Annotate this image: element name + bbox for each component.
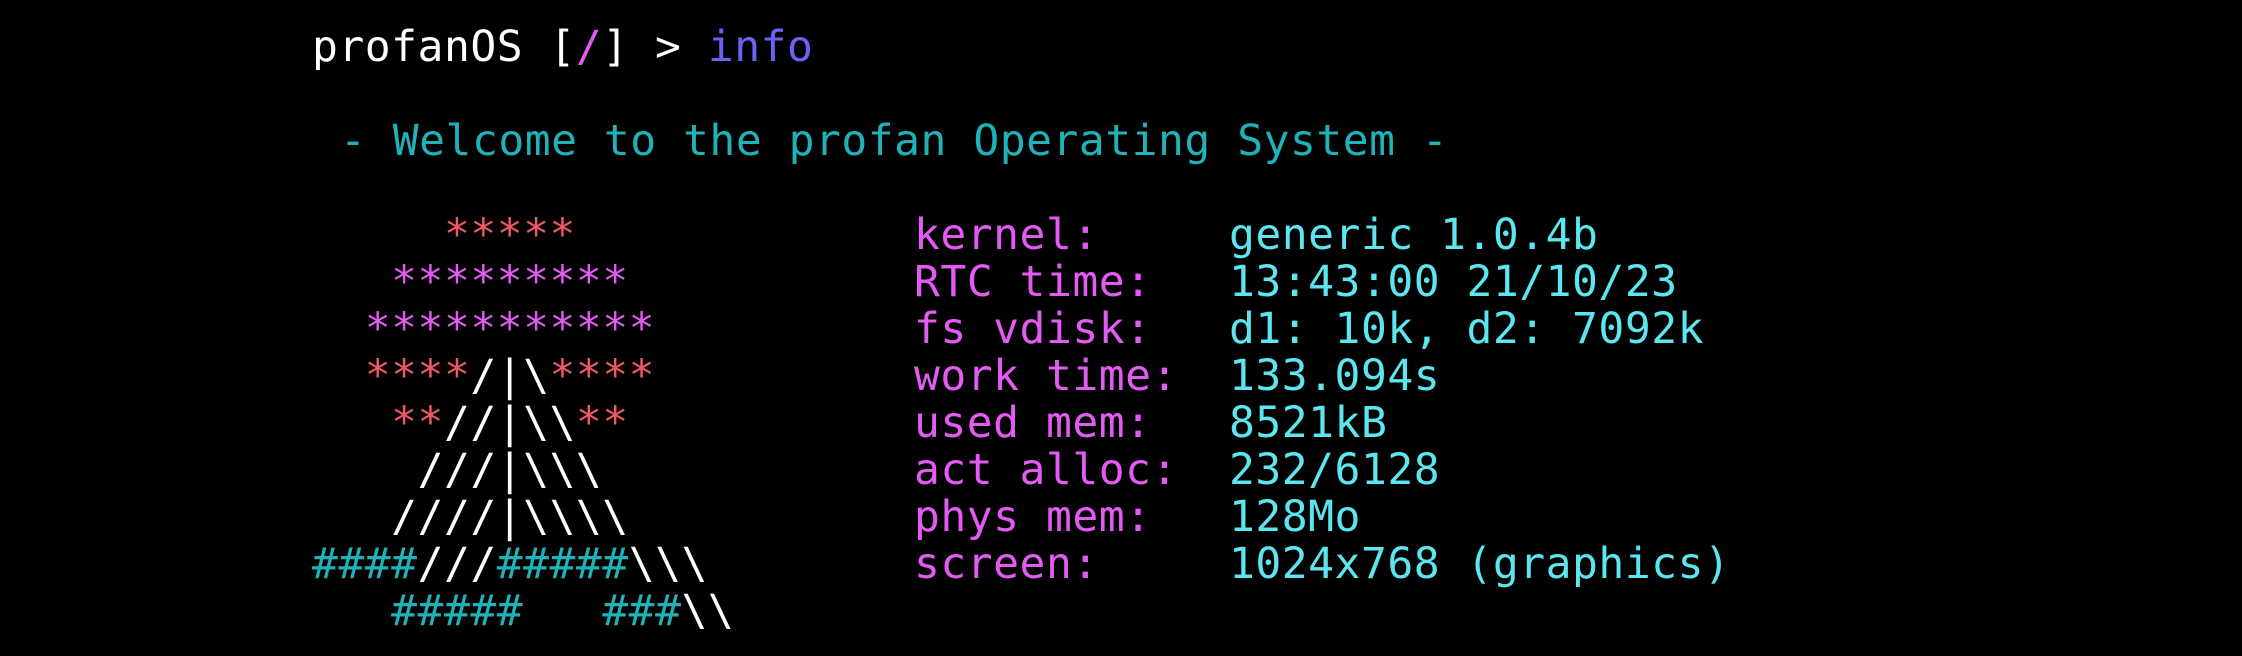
- ascii-logo-segment: [312, 586, 391, 636]
- ascii-logo-segment: **: [391, 398, 444, 448]
- ascii-logo-segment: #####: [391, 586, 524, 636]
- ascii-logo-row: **//|\\**: [312, 400, 629, 447]
- ascii-logo-segment: [312, 351, 365, 401]
- info-value: generic 1.0.4b: [1229, 210, 1599, 260]
- ascii-logo-segment: *****: [443, 210, 576, 260]
- info-label: act alloc:: [914, 445, 1178, 495]
- prompt-bracket-close: ] >: [602, 22, 708, 72]
- ascii-logo-segment: [312, 492, 391, 542]
- info-value: 232/6128: [1229, 445, 1441, 495]
- ascii-logo-row: *****: [312, 212, 576, 259]
- info-value: 128Mo: [1229, 492, 1361, 542]
- terminal-screen[interactable]: profanOS [/] > info - Welcome to the pro…: [0, 0, 2242, 656]
- ascii-logo-segment: ###: [602, 586, 682, 636]
- ascii-logo-segment: \\\: [628, 539, 708, 589]
- prompt-bracket-open: [: [523, 22, 576, 72]
- info-value: 1024x768 (graphics): [1229, 539, 1731, 589]
- prompt-hostname: profanOS: [312, 22, 524, 72]
- ascii-logo-segment: \\: [681, 586, 735, 636]
- ascii-logo-segment: //|\\: [443, 398, 576, 448]
- welcome-banner: - Welcome to the profan Operating System…: [340, 116, 1449, 166]
- ascii-logo-row: *********: [312, 259, 629, 306]
- prompt-command: info: [707, 22, 814, 72]
- ascii-logo-segment: ****: [549, 351, 656, 401]
- ascii-logo-segment: ****: [364, 351, 471, 401]
- ascii-logo-row: ///|\\\: [312, 447, 602, 494]
- info-value: 133.094s: [1229, 351, 1441, 401]
- ascii-logo-segment: ***********: [364, 304, 656, 354]
- ascii-logo-segment: **: [575, 398, 629, 448]
- ascii-logo-segment: [312, 398, 391, 448]
- ascii-logo-segment: /|\: [470, 351, 550, 401]
- ascii-logo-segment: *********: [391, 257, 629, 307]
- ascii-logo-segment: [312, 304, 365, 354]
- info-label: screen:: [914, 539, 1099, 589]
- info-label: fs vdisk:: [914, 304, 1152, 354]
- ascii-logo-segment: ////|\\\\: [391, 492, 629, 542]
- ascii-logo-segment: ///: [417, 539, 497, 589]
- ascii-logo-segment: [523, 586, 602, 636]
- info-label: work time:: [914, 351, 1178, 401]
- info-label: kernel:: [914, 210, 1099, 260]
- info-value: 8521kB: [1229, 398, 1388, 448]
- ascii-logo-segment: [312, 257, 391, 307]
- ascii-logo-segment: ####: [312, 539, 418, 589]
- ascii-logo-row: ####///#####\\\: [312, 541, 708, 588]
- info-value: d1: 10k, d2: 7092k: [1229, 304, 1704, 354]
- ascii-logo-segment: [312, 210, 444, 260]
- ascii-logo-row: ***********: [312, 306, 655, 353]
- info-label: RTC time:: [914, 257, 1152, 307]
- ascii-logo-segment: [312, 445, 418, 495]
- ascii-logo-row: ////|\\\\: [312, 494, 629, 541]
- ascii-logo-row: ##### ###\\: [312, 588, 734, 635]
- info-value: 13:43:00 21/10/23: [1229, 257, 1678, 307]
- ascii-logo-row: ****/|\****: [312, 353, 655, 400]
- prompt-path: /: [575, 22, 603, 72]
- command-prompt-line: profanOS [/] > info: [312, 24, 813, 71]
- ascii-logo-segment: ///|\\\: [417, 445, 603, 495]
- info-label: phys mem:: [914, 492, 1152, 542]
- info-label: used mem:: [914, 398, 1152, 448]
- ascii-logo-segment: #####: [496, 539, 629, 589]
